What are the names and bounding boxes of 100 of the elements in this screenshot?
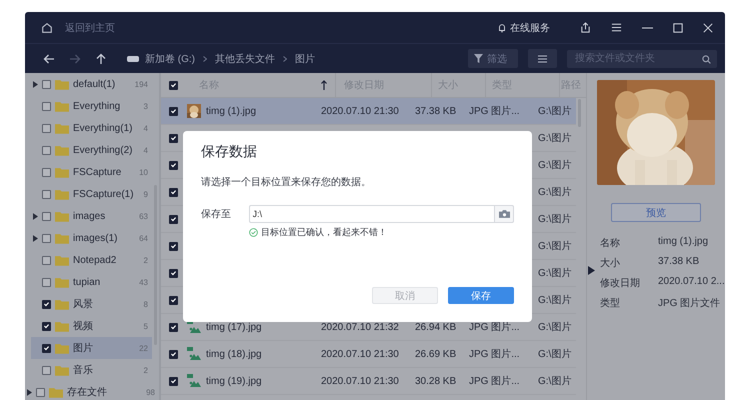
item-count: 2 [144, 256, 148, 264]
path-field[interactable]: J:\ [248, 205, 494, 223]
checkbox[interactable] [169, 134, 178, 142]
tree-item[interactable]: 视频 5 [31, 315, 152, 337]
view-menu-button[interactable] [528, 49, 557, 68]
checkbox[interactable] [42, 190, 51, 198]
checkbox[interactable] [169, 214, 178, 224]
file-name: timg (19).jpg [205, 376, 263, 386]
folder-icon [49, 386, 63, 398]
tree-item[interactable]: images 63 [31, 205, 152, 227]
tree-item[interactable]: 存在文件 98 [25, 381, 159, 400]
checkbox[interactable] [169, 242, 178, 250]
file-name: timg (17).jpg [205, 322, 263, 332]
checkbox[interactable] [169, 322, 178, 332]
folder-icon [55, 320, 69, 332]
checkbox[interactable] [42, 256, 51, 264]
table-cell-text: 26.69 KB [414, 348, 458, 360]
chevron-icon [203, 56, 207, 62]
home-link[interactable]: 返回到主页 [65, 20, 115, 34]
folder-icon [55, 166, 69, 178]
sort-arrow-icon[interactable] [321, 80, 327, 90]
minimize-icon[interactable] [642, 26, 653, 28]
checkbox[interactable] [36, 388, 45, 396]
tree-item[interactable]: images(1) 64 [31, 227, 152, 249]
save-button[interactable]: 保存 [448, 287, 514, 304]
checkbox[interactable] [42, 322, 51, 330]
tree-item[interactable]: default(1) 194 [31, 73, 152, 95]
tree-item[interactable]: 音乐 2 [31, 359, 152, 381]
preview-button[interactable]: 预览 [611, 203, 701, 222]
detail-label: 修改日期 [600, 276, 641, 290]
checkbox[interactable] [42, 212, 51, 220]
tree-item[interactable]: 风景 8 [31, 293, 152, 315]
menu-icon[interactable] [611, 22, 622, 33]
browse-button[interactable] [494, 205, 514, 223]
online-service-button[interactable]: 在线服务 [497, 20, 550, 34]
detail-label: 大小 [600, 256, 621, 270]
back-arrow-icon[interactable] [43, 52, 55, 64]
search-icon[interactable] [702, 54, 711, 64]
checkbox[interactable] [42, 278, 51, 286]
folder-name: 音乐 [73, 364, 93, 377]
breadcrumb-item[interactable]: 其他丢失文件 [215, 52, 275, 66]
checkbox[interactable] [169, 160, 178, 170]
checkbox[interactable] [169, 268, 178, 278]
home-icon[interactable] [41, 22, 53, 34]
dialog-title: 保存数据 [201, 143, 258, 161]
tree-item[interactable]: Everything(2) 4 [31, 139, 152, 161]
folder-name: Everything(2) [73, 144, 132, 156]
checkbox[interactable] [169, 296, 178, 304]
table-row[interactable]: timg (1).jpg 2020.07.10 21:30 37.38 KB JPG 图片... G:\图片 [161, 98, 576, 125]
chevron-icon [283, 56, 287, 62]
table-cell-text: G:\图片 [537, 266, 572, 280]
funnel-icon [474, 54, 483, 63]
table-row[interactable]: timg (18).jpg 2020.07.10 21:30 26.69 KB JPG 图片... G:\图片 [161, 341, 576, 368]
collapse-arrow-icon[interactable] [588, 266, 595, 275]
folder-icon [55, 342, 69, 354]
breadcrumb-item[interactable]: 图片 [295, 52, 315, 66]
tree-item[interactable]: FSCapture 10 [31, 161, 152, 183]
table-cell-text: G:\图片 [537, 374, 572, 388]
table-cell-text: 2020.07.10 21:32 [320, 322, 400, 332]
tree-item[interactable]: Everything(1) 4 [31, 117, 152, 139]
tree-item[interactable]: Notepad2 2 [31, 249, 152, 271]
expand-arrow-icon[interactable] [33, 212, 38, 220]
tree-item[interactable]: FSCapture(1) 9 [31, 183, 152, 205]
menu-icon [538, 54, 547, 64]
table-row[interactable]: timg (19).jpg 2020.07.10 21:30 30.28 KB JPG 图片... G:\图片 [161, 368, 576, 395]
checkbox[interactable] [42, 80, 51, 88]
tree-item[interactable]: Everything 3 [31, 95, 152, 117]
detail-label: 类型 [600, 296, 621, 310]
checkbox[interactable] [42, 300, 51, 308]
dialog-message: 请选择一个目标位置来保存您的数据。 [201, 176, 372, 189]
breadcrumb-item[interactable]: 新加卷 (G:) [145, 52, 195, 66]
field-label: 保存至 [201, 208, 232, 221]
checkbox[interactable] [42, 234, 51, 242]
checkbox[interactable] [169, 350, 178, 358]
checkbox[interactable] [169, 376, 178, 386]
checkbox[interactable] [42, 366, 51, 374]
table-cell-text: G:\图片 [537, 320, 572, 334]
checkbox[interactable] [42, 124, 51, 132]
checkbox[interactable] [169, 106, 178, 116]
table-cell-text: G:\图片 [537, 294, 572, 307]
checkbox[interactable] [42, 102, 51, 110]
table-cell-text: 2020.07.10 21:30 [320, 106, 400, 116]
folder-icon [55, 122, 69, 134]
item-count: 4 [144, 146, 148, 154]
tree-item[interactable]: tupian 43 [31, 271, 152, 293]
tree-item[interactable]: 图片 22 [31, 337, 152, 359]
table-cell-text: 30.28 KB [414, 376, 458, 386]
checkbox[interactable] [42, 146, 51, 154]
checkbox[interactable] [169, 188, 178, 196]
folder-icon [55, 210, 69, 222]
expand-arrow-icon[interactable] [33, 234, 38, 242]
expand-arrow-icon[interactable] [33, 80, 38, 88]
checkbox[interactable] [169, 80, 178, 90]
expand-arrow-icon[interactable] [27, 388, 32, 396]
checkbox[interactable] [42, 168, 51, 176]
share-icon[interactable] [580, 22, 591, 33]
up-arrow-icon[interactable] [95, 52, 107, 64]
checkbox[interactable] [42, 344, 51, 352]
maximize-icon[interactable] [673, 22, 683, 32]
close-icon[interactable] [703, 22, 713, 32]
